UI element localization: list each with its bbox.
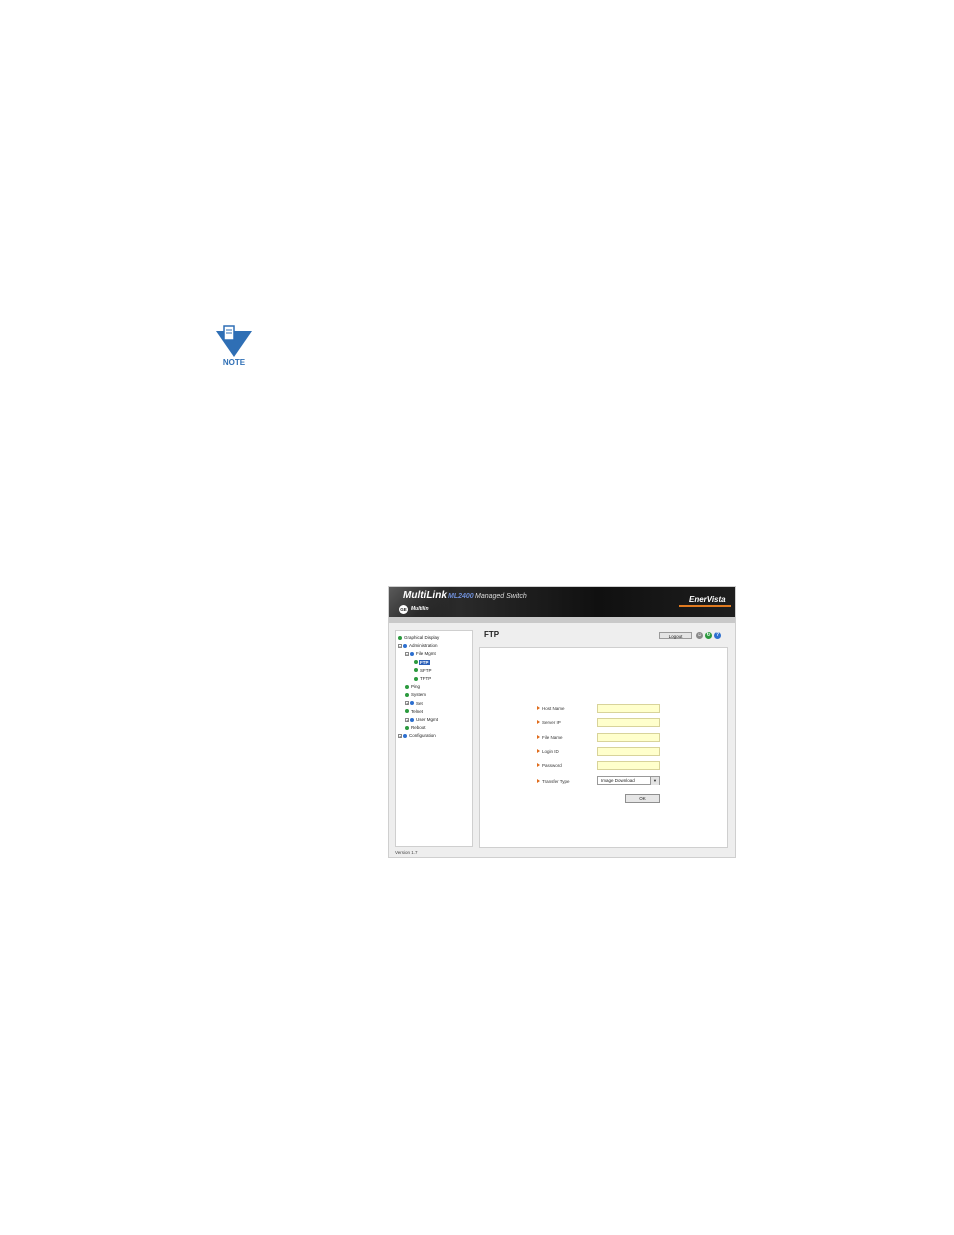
- sidebar-item-ftp[interactable]: FTP: [414, 659, 430, 666]
- sidebar-item-configuration[interactable]: + Configuration: [398, 732, 437, 739]
- bullet-icon: [414, 660, 418, 665]
- ftp-form-panel: Host Name Server IP File Name Login ID P…: [479, 647, 728, 848]
- ok-button[interactable]: OK: [625, 794, 660, 803]
- arrow-right-icon: [537, 720, 540, 724]
- sidebar-item-system[interactable]: System: [405, 691, 427, 698]
- host-name-input[interactable]: [597, 704, 660, 713]
- bullet-icon: [414, 668, 418, 673]
- version-text: Version 1.7: [395, 850, 418, 855]
- bullet-icon: [410, 717, 414, 722]
- sidebar-item-label: FTP: [419, 659, 430, 665]
- refresh-icon[interactable]: ↻: [705, 632, 712, 639]
- sidebar-item-tftp[interactable]: TFTP: [414, 675, 432, 682]
- server-ip-label: Server IP: [537, 718, 561, 726]
- arrow-right-icon: [537, 763, 540, 767]
- sidebar-item-label: File Mgmt: [416, 651, 436, 657]
- page-title: FTP: [484, 630, 500, 639]
- sidebar-item-label: TFTP: [420, 676, 432, 681]
- login-id-label: Login ID: [537, 747, 559, 755]
- note-label: NOTE: [222, 358, 246, 367]
- host-name-label: Host Name: [537, 704, 565, 712]
- sidebar-item-label: Telnet: [411, 708, 424, 714]
- sidebar-item-telnet[interactable]: Telnet: [405, 708, 424, 715]
- sidebar-item-reboot[interactable]: Reboot: [405, 724, 427, 731]
- collapse-icon[interactable]: −: [405, 651, 409, 656]
- model-name: ML2400: [448, 593, 474, 600]
- bullet-icon: [403, 733, 407, 738]
- bullet-icon: [405, 709, 409, 714]
- sidebar-item-label: Reboot: [411, 725, 426, 731]
- sidebar-tree: Graphical Display − Administration − File Mg…: [395, 630, 473, 847]
- chevron-down-icon[interactable]: ▼: [650, 777, 659, 785]
- enervista-logo: EnerVista: [689, 595, 726, 604]
- sidebar-item-file-mgmt[interactable]: − File Mgmt: [405, 650, 437, 657]
- expand-icon[interactable]: +: [398, 733, 402, 738]
- sidebar-item-label: Ping: [411, 684, 421, 690]
- sidebar-item-label: Administration: [409, 643, 438, 649]
- bullet-icon: [405, 684, 409, 689]
- sidebar-item-label: System: [411, 692, 427, 698]
- sidebar-item-label: User Mgmt: [416, 717, 439, 722]
- ge-logo-icon: GE: [399, 605, 408, 614]
- transfer-type-label: Transfer Type: [537, 777, 570, 785]
- bullet-icon: [410, 651, 414, 656]
- expand-icon[interactable]: +: [405, 717, 409, 722]
- sidebar-item-user-mgmt[interactable]: + User Mgmt: [405, 716, 439, 723]
- sidebar-item-label: Configuration: [409, 733, 436, 739]
- arrow-right-icon: [537, 749, 540, 753]
- server-ip-input[interactable]: [597, 718, 660, 727]
- arrow-right-icon: [537, 735, 540, 739]
- header-banner: MultiLink ML2400 Managed Switch GE Multi…: [389, 587, 735, 617]
- bullet-icon: [405, 692, 409, 697]
- help-icon[interactable]: ?: [714, 632, 721, 639]
- sidebar-item-sftp[interactable]: SFTP: [414, 667, 433, 674]
- logout-button[interactable]: Logout: [659, 632, 692, 639]
- file-name-input[interactable]: [597, 733, 660, 742]
- banner-strip: [389, 617, 735, 623]
- enervista-underline: [679, 605, 731, 607]
- sidebar-item-label: SFTP: [420, 667, 432, 673]
- company-name: Multilin: [411, 606, 429, 612]
- bullet-icon: [410, 701, 414, 706]
- password-label: Password: [537, 761, 562, 769]
- arrow-right-icon: [537, 779, 540, 783]
- sidebar-item-set[interactable]: + Set: [405, 700, 424, 707]
- password-input[interactable]: [597, 761, 660, 770]
- brand-name: MultiLink: [403, 590, 447, 601]
- bullet-icon: [405, 725, 409, 730]
- sidebar-item-label: Graphical Display: [404, 635, 440, 640]
- transfer-type-value: Image Download: [601, 778, 635, 783]
- sidebar-item-ping[interactable]: Ping: [405, 683, 421, 690]
- bullet-icon: [414, 676, 418, 681]
- product-name: Managed Switch: [475, 593, 527, 600]
- expand-icon[interactable]: +: [405, 701, 409, 706]
- note-badge: NOTE: [214, 325, 254, 369]
- sidebar-item-administration[interactable]: − Administration: [398, 642, 439, 649]
- file-name-label: File Name: [537, 733, 563, 741]
- arrow-right-icon: [537, 706, 540, 710]
- sidebar-item-graphical-display[interactable]: Graphical Display: [398, 634, 440, 641]
- sidebar-item-label: Set: [416, 700, 423, 706]
- collapse-icon[interactable]: −: [398, 643, 402, 648]
- switch-web-ui: MultiLink ML2400 Managed Switch GE Multi…: [388, 586, 736, 858]
- bullet-icon: [398, 635, 402, 640]
- login-id-input[interactable]: [597, 747, 660, 756]
- transfer-type-select[interactable]: Image Download ▼: [597, 776, 660, 785]
- note-icon: [216, 325, 252, 357]
- bullet-icon: [403, 643, 407, 648]
- user-icon[interactable]: ☺: [696, 632, 703, 639]
